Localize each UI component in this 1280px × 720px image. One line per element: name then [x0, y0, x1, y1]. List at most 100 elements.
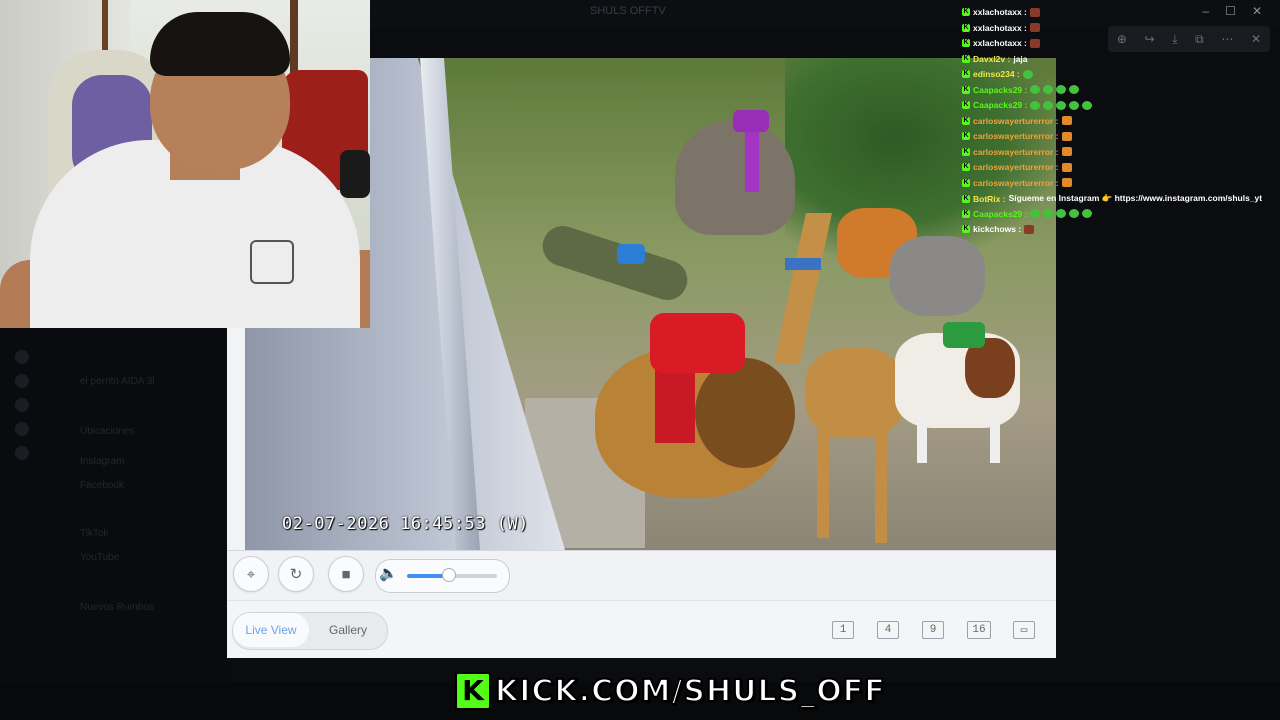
chat-message: K Caapacks29 : — [962, 85, 1080, 95]
tab-gallery[interactable]: Gallery — [312, 613, 384, 647]
cow-leg — [917, 413, 927, 463]
chat-username[interactable]: xxlachotaxx : — [973, 7, 1027, 17]
rail-icon[interactable] — [15, 350, 29, 364]
sidebar-item[interactable]: Facebook — [80, 480, 124, 491]
refresh-button[interactable]: ↻ — [278, 556, 314, 592]
chat-message: K Davxl2v : jaja — [962, 54, 1028, 64]
emote-icon — [1056, 100, 1067, 110]
emote-icon — [1030, 100, 1041, 110]
speaker-icon[interactable]: 🔈 — [379, 564, 398, 582]
grid-16-button[interactable]: 16 — [967, 621, 991, 639]
chat-username[interactable]: kickchows : — [973, 224, 1021, 234]
chat-message: Kkickchows : — [962, 224, 1035, 234]
chat-username[interactable]: BotRix : — [973, 194, 1006, 204]
grid-4-button[interactable]: 4 — [877, 621, 899, 639]
chat-username[interactable]: xxlachotaxx : — [973, 23, 1027, 33]
giraffe — [805, 348, 905, 438]
chat-username[interactable]: carloswayerturerror : — [973, 131, 1059, 141]
ptz-button[interactable]: ⌖ — [233, 556, 269, 592]
sidebar-item[interactable]: Nuevos Rumbos — [80, 602, 154, 613]
emote-icon — [1022, 69, 1033, 79]
sidebar-item[interactable]: TikTok — [80, 528, 109, 539]
chat-text: Sígueme en Instagram 👉 https://www.insta… — [1008, 193, 1263, 203]
giraffe-leg — [817, 428, 829, 538]
stop-button[interactable]: ■ — [328, 556, 364, 592]
chat-username[interactable]: Caapacks29 : — [973, 209, 1027, 219]
emote-icon — [1056, 85, 1067, 94]
emote-icon — [1029, 7, 1040, 17]
chat-username[interactable]: xxlachotaxx : — [973, 38, 1027, 48]
emote-icon — [1043, 85, 1054, 94]
kick-badge-icon: K — [962, 101, 970, 109]
chat-message: Kcarloswayerturerror : — [962, 116, 1072, 126]
stop-icon: ■ — [341, 565, 351, 583]
emote-icon — [1061, 116, 1072, 125]
chat-username[interactable]: edinso234 : — [973, 69, 1020, 79]
sidebar-item[interactable]: Instagram — [80, 456, 124, 467]
chat-message: Kcarloswayerturerror : — [962, 147, 1072, 157]
purple-bow — [733, 110, 769, 132]
chat-message: Kcarloswayerturerror : — [962, 178, 1072, 188]
fullscreen-icon[interactable]: ▭ — [1013, 621, 1035, 639]
green-bow — [943, 322, 985, 348]
chat-username[interactable]: Caapacks29 : — [973, 100, 1027, 110]
blue-ribbon — [785, 258, 821, 270]
kick-badge-icon: K — [962, 39, 970, 47]
purple-ribbon — [745, 132, 759, 192]
kick-badge-icon: K — [962, 178, 970, 187]
kick-badge-icon: K — [962, 147, 970, 156]
rail-icon[interactable] — [15, 446, 29, 460]
rail-icon[interactable] — [15, 398, 29, 412]
emote-icon — [1043, 209, 1054, 218]
sidebar-item[interactable]: YouTube — [80, 552, 119, 563]
grid-1-button[interactable]: 1 — [832, 621, 854, 639]
chat-username[interactable]: Davxl2v : — [973, 54, 1010, 64]
kick-badge-icon: K — [962, 116, 970, 125]
kick-badge-icon: K — [962, 225, 970, 233]
emote-icon — [1069, 85, 1080, 94]
chat-message: Kxxlachotaxx : — [962, 38, 1040, 48]
kick-badge-icon: K — [962, 209, 970, 218]
left-rail — [8, 340, 36, 530]
webcam-overlay — [0, 0, 370, 328]
chat-username[interactable]: carloswayerturerror : — [973, 116, 1059, 126]
rail-icon[interactable] — [15, 422, 29, 436]
hair — [150, 12, 290, 76]
chat-username[interactable]: carloswayerturerror : — [973, 147, 1059, 157]
emote-icon — [1056, 209, 1067, 218]
chat-username[interactable]: carloswayerturerror : — [973, 178, 1059, 188]
kick-badge-icon: K — [962, 194, 970, 203]
rhino — [890, 236, 985, 316]
chat-username[interactable]: carloswayerturerror : — [973, 162, 1059, 172]
grid-9-button[interactable]: 9 — [922, 621, 944, 639]
emote-icon — [1061, 147, 1072, 156]
kick-badge-icon: K — [962, 54, 970, 63]
emote-icon — [1069, 209, 1080, 218]
chat-message: Kxxlachotaxx : — [962, 7, 1040, 17]
rail-icon[interactable] — [15, 374, 29, 388]
kick-badge-icon: K — [962, 163, 970, 171]
emote-icon — [1061, 131, 1072, 141]
tab-live-view[interactable]: Live View — [233, 613, 309, 647]
emote-icon — [1061, 162, 1072, 172]
kick-badge-icon: K — [962, 85, 970, 94]
emote-icon — [1024, 224, 1035, 234]
chat-username[interactable]: Caapacks29 : — [973, 85, 1027, 95]
emote-icon — [1082, 209, 1093, 218]
chat-overlay: Kxxlachotaxx : Kxxlachotaxx : Kxxlachotaxx… — [962, 0, 1280, 240]
camera-timestamp: 02-07-2026 16:45:53 (W) — [282, 514, 529, 534]
emote-icon — [1061, 178, 1072, 187]
refresh-icon: ↻ — [289, 566, 303, 583]
emote-icon — [1069, 100, 1080, 110]
chat-message: K BotRix : Sígueme en Instagram 👉 https://… — [962, 193, 1262, 204]
chat-message: K Caapacks29 : — [962, 100, 1093, 110]
kick-badge-icon: K — [962, 23, 970, 32]
kick-watermark: K KICK.COM/SHULS_OFF — [455, 672, 886, 710]
chat-message: Kxxlachotaxx : — [962, 23, 1040, 33]
volume-slider-handle[interactable] — [441, 568, 456, 582]
sidebar-item[interactable]: el perrito AIDA 3l — [80, 376, 154, 387]
chat-message: Kcarloswayerturerror : — [962, 131, 1072, 141]
emote-icon — [1082, 100, 1093, 110]
sidebar-item[interactable]: Ubicaciones — [80, 426, 134, 437]
chat-message: Kcarloswayerturerror : — [962, 162, 1072, 172]
